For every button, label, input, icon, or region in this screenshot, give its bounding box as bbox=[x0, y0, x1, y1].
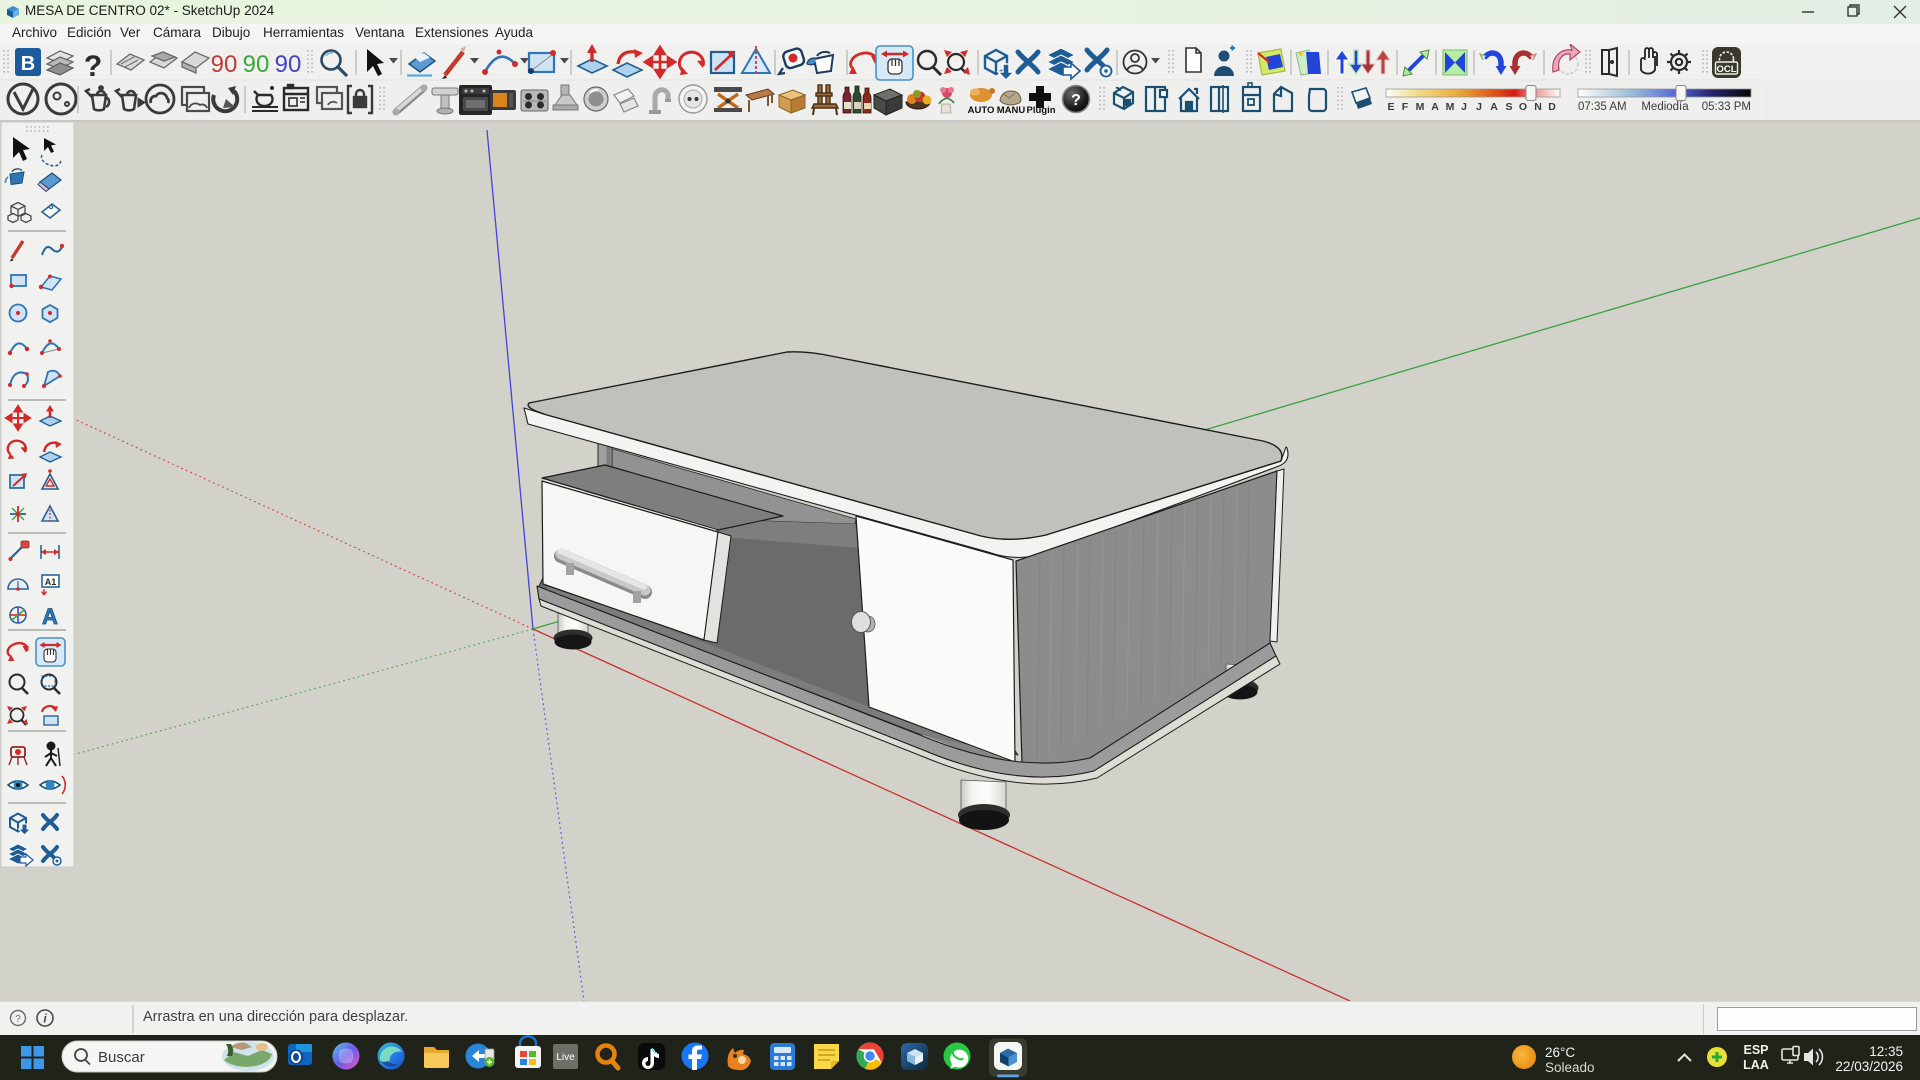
svg-text:AUTO: AUTO bbox=[968, 105, 995, 116]
svg-text:05:33 PM: 05:33 PM bbox=[1702, 101, 1751, 113]
svg-text:ESP: ESP bbox=[1743, 1043, 1768, 1057]
svg-text:A: A bbox=[1490, 101, 1498, 113]
svg-text:S: S bbox=[1505, 101, 1512, 113]
svg-text:i: i bbox=[43, 1012, 47, 1026]
svg-text:OCL: OCL bbox=[1716, 64, 1736, 75]
svg-text:N: N bbox=[1534, 101, 1542, 113]
svg-text:?: ? bbox=[15, 1014, 21, 1025]
svg-text:LAA: LAA bbox=[1743, 1058, 1769, 1072]
svg-text:O: O bbox=[1519, 101, 1527, 113]
svg-text:22/03/2026: 22/03/2026 bbox=[1835, 1059, 1903, 1074]
svg-text:E: E bbox=[1387, 101, 1394, 113]
svg-text:M: M bbox=[1416, 101, 1425, 113]
svg-text:D: D bbox=[1548, 101, 1556, 113]
svg-text:?: ? bbox=[1071, 92, 1081, 109]
svg-text:90: 90 bbox=[275, 51, 302, 78]
svg-text:F: F bbox=[1402, 101, 1409, 113]
svg-text:Buscar: Buscar bbox=[98, 1049, 145, 1066]
svg-text:B: B bbox=[21, 53, 35, 75]
svg-text:26°C: 26°C bbox=[1545, 1045, 1575, 1060]
svg-text:A: A bbox=[42, 604, 58, 629]
svg-text:07:35 AM: 07:35 AM bbox=[1578, 101, 1627, 113]
svg-text:Mediodía: Mediodía bbox=[1641, 101, 1689, 113]
svg-text:A1: A1 bbox=[45, 577, 57, 587]
svg-text:J: J bbox=[1476, 101, 1482, 113]
svg-text:12:35: 12:35 bbox=[1869, 1044, 1903, 1059]
svg-text:Plugin: Plugin bbox=[1026, 105, 1055, 116]
svg-text:M: M bbox=[1446, 101, 1455, 113]
svg-text:90: 90 bbox=[211, 51, 238, 78]
svg-text:MANU: MANU bbox=[997, 105, 1026, 116]
svg-text:J: J bbox=[1461, 101, 1467, 113]
svg-text:?: ? bbox=[84, 50, 102, 83]
svg-text:90: 90 bbox=[243, 51, 270, 78]
svg-text:Live: Live bbox=[556, 1052, 575, 1063]
svg-text:A: A bbox=[1431, 101, 1439, 113]
svg-text:Soleado: Soleado bbox=[1545, 1060, 1595, 1075]
